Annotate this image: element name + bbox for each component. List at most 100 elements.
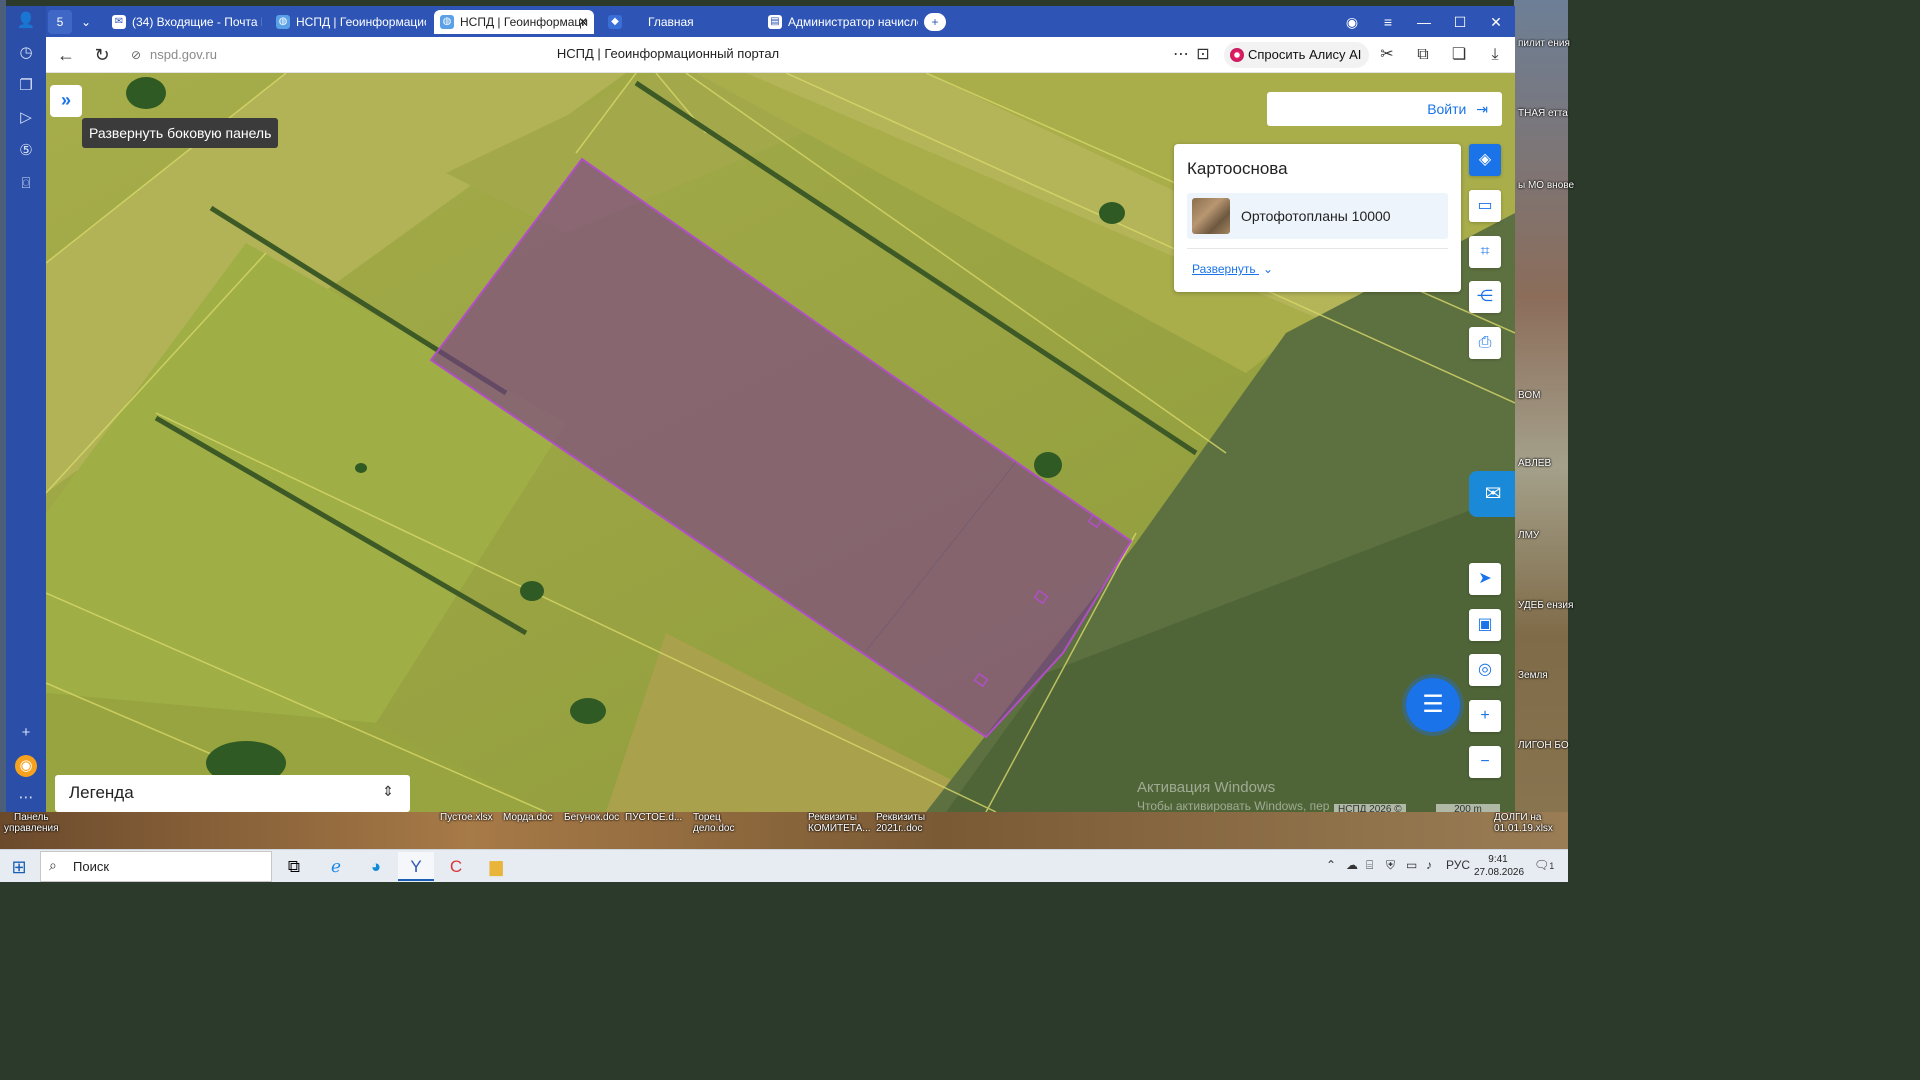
desktop-icon-label[interactable]: Земля	[1518, 670, 1548, 681]
desktop-icon-label[interactable]: ДОЛГИ на 01.01.19.xlsx	[1494, 812, 1553, 834]
desktop-icon-label[interactable]: ЛМУ	[1518, 530, 1539, 541]
account-icon[interactable]: ◉	[1338, 10, 1366, 34]
map-view[interactable]: » Развернуть боковую панель Войти ⇥ Карт…	[46, 73, 1515, 812]
share-button[interactable]: ⋲	[1469, 281, 1501, 313]
windows-start-button[interactable]: ⊞	[8, 856, 30, 878]
login-button[interactable]: Войти ⇥	[1427, 92, 1488, 126]
yandex-browser-icon[interactable]: Y	[398, 852, 434, 881]
support-widget[interactable]: ✉	[1469, 471, 1515, 517]
network-icon[interactable]: ⌸	[1366, 858, 1373, 873]
history-icon[interactable]: ◷	[15, 42, 37, 64]
back-button[interactable]: ←	[54, 43, 78, 67]
basemap-expand-link[interactable]: Развернуть ⌄	[1192, 262, 1273, 276]
desktop-icon-label[interactable]: ы МО внове	[1518, 180, 1574, 191]
desktop-icon-label[interactable]: ЛИГОН БО	[1518, 740, 1569, 751]
volume-icon[interactable]: ♪	[1426, 858, 1432, 872]
collections-icon[interactable]: ❏	[1448, 44, 1470, 66]
desktop-icon-label[interactable]: АВЛЕВ	[1518, 458, 1551, 469]
alisa-label: Спросить Алису AI	[1248, 47, 1362, 62]
zoom-in-button[interactable]: +	[1469, 700, 1501, 732]
tray-expand-icon[interactable]: ⌃	[1326, 858, 1336, 872]
maximize-button[interactable]: ☐	[1446, 10, 1474, 34]
tab-count-icon[interactable]: ⑤	[15, 140, 37, 162]
tools-icon[interactable]: ✂	[1376, 44, 1398, 66]
download-icon[interactable]: ⤓	[1484, 44, 1506, 66]
taskbar-search[interactable]: ⌕ Поиск	[40, 851, 272, 882]
desktop-icon-label[interactable]: УДЕБ ензия	[1518, 600, 1573, 611]
language-indicator[interactable]: РУС	[1446, 858, 1470, 872]
desktop-icon-label[interactable]: Морда.doc	[503, 812, 553, 823]
ruler-button[interactable]: ▭	[1469, 190, 1501, 222]
file-explorer-icon[interactable]: ▆	[478, 852, 514, 881]
app-c-icon[interactable]: C	[438, 852, 474, 881]
scale-bar: 200 m	[1436, 804, 1500, 812]
site-info-icon[interactable]: ⊘	[124, 43, 148, 67]
menu-icon[interactable]: ≡	[1374, 10, 1402, 34]
app-icon[interactable]: ◉	[15, 755, 37, 777]
desktop-icon-label[interactable]: Торец дело.doc	[693, 812, 734, 834]
screenshot-icon[interactable]: ⌼	[15, 173, 37, 195]
minimap-button[interactable]: ▣	[1469, 609, 1501, 641]
basemap-title: Картооснова	[1187, 159, 1288, 178]
clock[interactable]: 9:41 27.08.2026	[1474, 853, 1525, 879]
zoom-out-button[interactable]: −	[1469, 746, 1501, 778]
add-icon[interactable]: +	[15, 722, 37, 744]
notifications-icon[interactable]: 🗨1	[1534, 858, 1554, 872]
browser-window: 👤 ◷ ❐ ▷ ⑤ ⌼ + ◉ ⋯ 5 ⌄ ✉ (34) Входящие - …	[6, 6, 1515, 812]
desktop-icon-label[interactable]: Бегунок.doc	[564, 812, 619, 823]
print-button[interactable]: ⎙	[1469, 327, 1501, 359]
desktop-icon-label[interactable]: Пустое.xlsx	[440, 812, 493, 823]
play-icon[interactable]: ▷	[15, 107, 37, 129]
layers-button[interactable]: ◈	[1469, 144, 1501, 176]
desktop-background-bottom	[0, 812, 1568, 849]
tab-admin[interactable]: ▤ Администратор начисле	[762, 10, 918, 34]
location-search-button[interactable]: ◎	[1469, 654, 1501, 686]
shield-icon[interactable]: ⛨	[1386, 858, 1395, 873]
profile-icon[interactable]: 👤	[15, 10, 37, 32]
tab-nspd-active[interactable]: ◍ НСПД | Геоинформаци ✕	[434, 10, 594, 34]
ie-icon[interactable]: ℯ	[318, 852, 354, 881]
tab-counter[interactable]: 5	[48, 10, 72, 34]
edge-icon[interactable]: ◕	[358, 852, 394, 881]
reload-button[interactable]: ↻	[90, 43, 114, 67]
bookmark-icon[interactable]: ⊡	[1192, 44, 1214, 66]
desktop-icon-label[interactable]: Реквизиты КОМИТЕТА...	[808, 812, 871, 834]
chat-icon: ☰	[1422, 691, 1444, 718]
select-area-button[interactable]: ⌗	[1469, 236, 1501, 268]
more-options-icon[interactable]: ⋯	[1170, 44, 1192, 66]
clock-date: 27.08.2026	[1474, 867, 1525, 878]
geolocation-button[interactable]: ➤	[1469, 563, 1501, 595]
tab-mail[interactable]: ✉ (34) Входящие - Почта Ма	[106, 10, 262, 34]
more-icon[interactable]: ⋯	[15, 787, 37, 809]
windows-watermark-text: Чтобы активировать Windows, пер	[1137, 799, 1330, 812]
desktop-icon-label[interactable]: Панель управления	[4, 812, 59, 834]
desktop-icon-label[interactable]: пилит ения	[1518, 38, 1570, 49]
expand-sidebar-button[interactable]: »	[50, 85, 82, 117]
desktop-icon-label[interactable]: ТНАЯ етта	[1518, 108, 1568, 119]
tab-label: Администратор начисле	[788, 15, 918, 29]
tab-nspd-1[interactable]: ◍ НСПД | Геоинформацион	[270, 10, 426, 34]
tab-main[interactable]: ◆ Главная	[602, 10, 754, 34]
desktop-icon-label[interactable]: Реквизиты 2021г..doc	[876, 812, 925, 834]
chat-button[interactable]: ☰	[1406, 678, 1460, 732]
monitor-icon[interactable]: ▭	[1406, 858, 1417, 872]
basemap-layer-item[interactable]: Ортофотопланы 10000	[1187, 193, 1448, 239]
extensions-icon[interactable]: ⧉	[1412, 44, 1434, 66]
chart-icon: ▤	[768, 15, 782, 29]
close-tab-icon[interactable]: ✕	[578, 10, 588, 34]
cloud-icon[interactable]: ☁	[1346, 858, 1358, 872]
url-field[interactable]: nspd.gov.ru	[150, 47, 217, 62]
minimize-button[interactable]: —	[1410, 10, 1438, 34]
legend-label: Легенда	[69, 783, 134, 802]
close-window-button[interactable]: ✕	[1482, 10, 1510, 34]
tabs-dropdown-icon[interactable]: ⌄	[74, 10, 98, 34]
alisa-button[interactable]: Спросить Алису AI	[1224, 42, 1370, 68]
clock-time: 9:41	[1488, 854, 1508, 865]
desktop-icon-label[interactable]: ПУСТОЕ.d...	[625, 812, 682, 823]
layers-icon: ◈	[1478, 151, 1492, 168]
desktop-icon-label[interactable]: ВОМ	[1518, 390, 1540, 401]
collections-icon[interactable]: ❐	[15, 75, 37, 97]
new-tab-button[interactable]: +	[924, 13, 946, 31]
task-view-icon[interactable]: ⧉	[276, 852, 312, 881]
legend-dropdown[interactable]: Легенда ⇕	[55, 775, 410, 812]
